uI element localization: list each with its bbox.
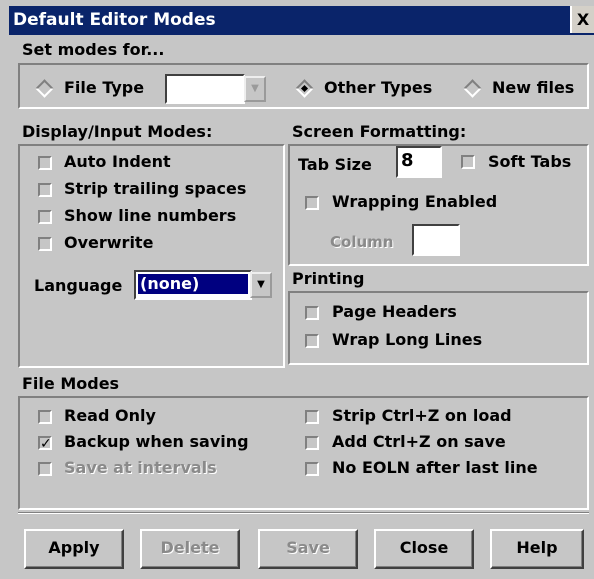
dialog-window: Default Editor Modes X Set modes for... …	[0, 0, 594, 579]
help-button[interactable]: Help	[490, 529, 584, 569]
strip-ctrl-z-label[interactable]: Strip Ctrl+Z on load	[332, 406, 512, 426]
printing-heading: Printing	[292, 269, 365, 288]
chevron-down-icon: ▼	[251, 83, 259, 94]
save-at-intervals-label: Save at intervals	[64, 458, 217, 477]
display-input-heading: Display/Input Modes:	[22, 122, 213, 141]
read-only-label[interactable]: Read Only	[64, 406, 156, 426]
language-value: (none)	[137, 273, 249, 295]
save-button: Save	[258, 529, 358, 569]
file-modes-heading: File Modes	[22, 374, 120, 393]
no-eoln-label[interactable]: No EOLN after last line	[332, 458, 538, 478]
strip-trailing-spaces-label[interactable]: Strip trailing spaces	[64, 179, 246, 199]
read-only-checkbox[interactable]	[38, 410, 52, 424]
new-files-label[interactable]: New files	[492, 78, 574, 98]
add-ctrl-z-checkbox[interactable]	[305, 436, 319, 450]
close-button[interactable]: Close	[374, 529, 474, 569]
display-input-group	[18, 144, 285, 368]
wrap-long-lines-label[interactable]: Wrap Long Lines	[332, 330, 482, 350]
wrap-long-lines-checkbox[interactable]	[305, 334, 319, 348]
set-modes-label: Set modes for...	[22, 40, 165, 59]
tab-size-input[interactable]: 8	[396, 146, 442, 178]
save-at-intervals-checkbox	[38, 462, 52, 476]
file-type-dropdown-button[interactable]: ▼	[244, 76, 266, 102]
auto-indent-label[interactable]: Auto Indent	[64, 152, 171, 172]
window-title: Default Editor Modes	[13, 10, 216, 30]
no-eoln-checkbox[interactable]	[305, 462, 319, 476]
checkmark-icon: ✓	[40, 436, 52, 452]
file-type-label[interactable]: File Type	[64, 78, 144, 98]
chevron-down-icon: ▼	[257, 279, 265, 290]
soft-tabs-label[interactable]: Soft Tabs	[488, 152, 571, 172]
page-headers-label[interactable]: Page Headers	[332, 302, 457, 322]
language-select[interactable]: (none)	[134, 270, 252, 300]
overwrite-checkbox[interactable]	[38, 237, 52, 251]
backup-when-saving-label[interactable]: Backup when saving	[64, 432, 249, 452]
title-bar: Default Editor Modes X	[9, 6, 594, 35]
tab-size-label: Tab Size	[298, 155, 372, 174]
button-divider	[18, 512, 589, 514]
strip-ctrl-z-checkbox[interactable]	[305, 410, 319, 424]
apply-button[interactable]: Apply	[24, 529, 124, 569]
column-label: Column	[330, 233, 394, 251]
page-headers-checkbox[interactable]	[305, 306, 319, 320]
other-types-label[interactable]: Other Types	[324, 78, 432, 98]
add-ctrl-z-label[interactable]: Add Ctrl+Z on save	[332, 432, 506, 452]
column-input[interactable]	[412, 224, 460, 256]
language-dropdown-button[interactable]: ▼	[250, 272, 272, 298]
close-icon: X	[576, 10, 590, 29]
soft-tabs-checkbox[interactable]	[461, 155, 475, 169]
language-label: Language	[34, 276, 123, 295]
delete-button: Delete	[140, 529, 240, 569]
screen-formatting-heading: Screen Formatting:	[292, 122, 467, 141]
show-line-numbers-label[interactable]: Show line numbers	[64, 206, 236, 226]
backup-when-saving-checkbox[interactable]: ✓	[38, 436, 52, 452]
auto-indent-checkbox[interactable]	[38, 156, 52, 170]
overwrite-label[interactable]: Overwrite	[64, 233, 153, 253]
wrapping-enabled-label[interactable]: Wrapping Enabled	[332, 192, 497, 212]
wrapping-enabled-checkbox[interactable]	[305, 196, 319, 210]
strip-trailing-spaces-checkbox[interactable]	[38, 183, 52, 197]
close-window-button[interactable]: X	[570, 6, 594, 33]
show-line-numbers-checkbox[interactable]	[38, 210, 52, 224]
file-type-select[interactable]	[165, 74, 245, 104]
